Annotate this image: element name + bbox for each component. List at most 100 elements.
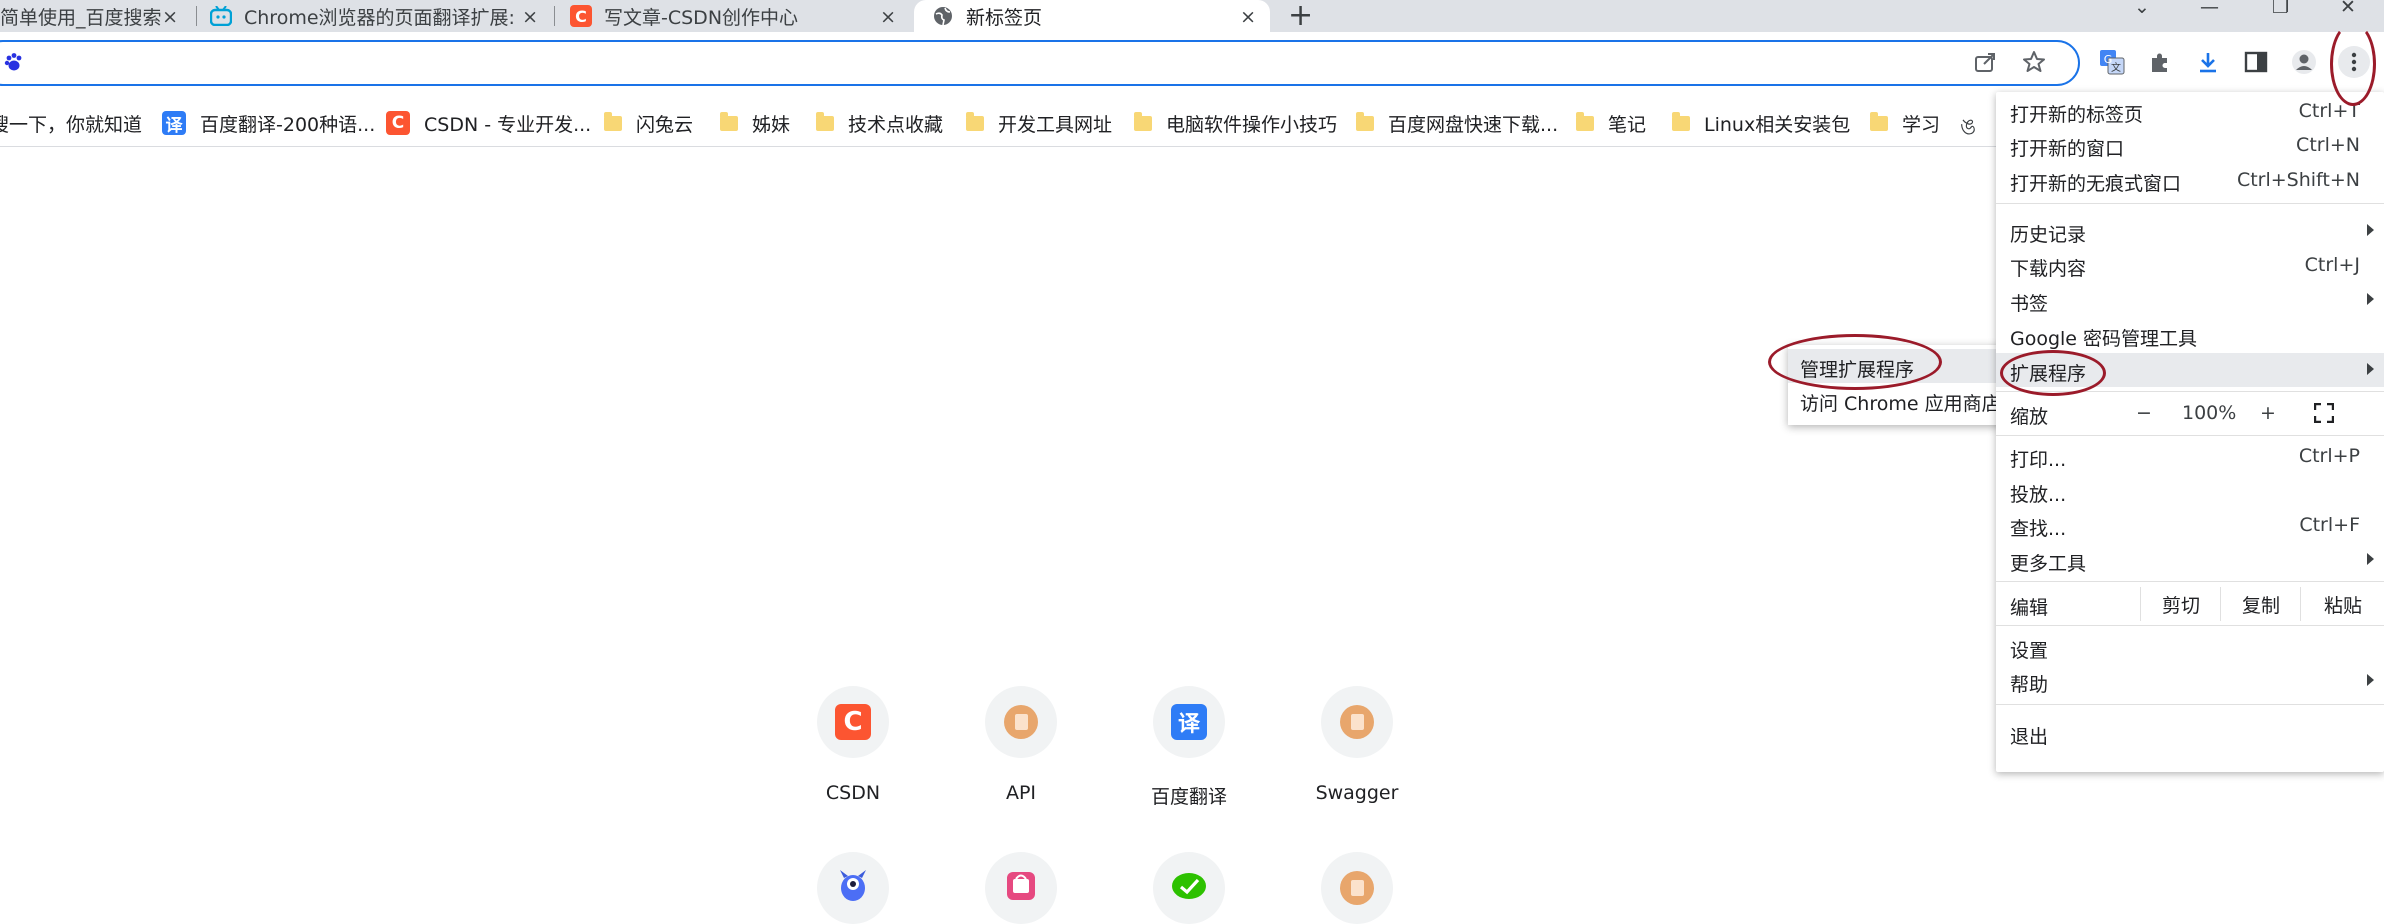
shortcut-tile[interactable]: 译 百度翻译 <box>1104 686 1274 809</box>
menu-item-label: 历史记录 <box>2010 224 2087 246</box>
tab-title: 写文章-CSDN创作中心 <box>604 6 799 29</box>
bookmark-overflow-icon[interactable]: ঙ <box>1960 110 1976 147</box>
menu-item-label: 缩放 <box>2010 406 2049 428</box>
shortcut-tile[interactable]: C CSDN <box>768 686 938 804</box>
tab-strip: 简单使用_百度搜索 × Chrome浏览器的页面翻译扩展: × C 写文章-CS… <box>0 0 2384 33</box>
folder-icon <box>966 111 984 131</box>
bookmark-folder[interactable]: 闪兔云 <box>604 108 693 138</box>
menu-more-tools[interactable]: 更多工具 <box>1996 543 2384 577</box>
menu-item-label: 退出 <box>2010 726 2049 748</box>
tab-search-dropdown-icon[interactable]: ⌄ <box>2134 0 2150 18</box>
bookmark-baidu[interactable]: 搜一下，你就知道 <box>0 108 142 138</box>
menu-bookmarks[interactable]: 书签 <box>1996 283 2384 317</box>
address-bar[interactable] <box>0 40 2080 86</box>
globe-icon <box>932 5 954 27</box>
bookmark-label: 笔记 <box>1608 113 1647 136</box>
page-icon <box>1340 705 1374 739</box>
bookmark-label: 学习 <box>1902 113 1941 136</box>
paste-button[interactable]: 粘贴 <box>2300 587 2384 621</box>
shortcut-tile[interactable] <box>768 852 938 924</box>
shortcut-tile[interactable] <box>1272 852 1442 924</box>
bookmark-folder[interactable]: 姊妹 <box>720 108 790 138</box>
submenu-arrow-icon <box>2367 553 2374 565</box>
csdn-c-icon: C <box>386 111 410 135</box>
folder-icon <box>816 111 834 131</box>
close-window-button[interactable]: ✕ <box>2340 0 2356 18</box>
shortcut-tile[interactable] <box>1104 852 1274 924</box>
menu-cast[interactable]: 投放... <box>1996 474 2384 508</box>
submenu-arrow-icon <box>2367 293 2374 305</box>
zoom-out-button[interactable]: − <box>2136 402 2152 424</box>
menu-divider <box>1996 435 2384 436</box>
shortcut-tile[interactable]: Swagger <box>1272 686 1442 804</box>
menu-new-incognito[interactable]: 打开新的无痕式窗口 Ctrl+Shift+N <box>1996 163 2384 197</box>
menu-item-shortcut: Ctrl+Shift+N <box>2236 169 2360 191</box>
bookmark-folder[interactable]: 学习 <box>1870 108 1940 138</box>
shortcut-tile[interactable]: API <box>936 686 1106 804</box>
bookmark-folder[interactable]: 百度网盘快速下载... <box>1356 108 1558 138</box>
close-icon[interactable]: × <box>162 6 178 28</box>
translate-icon: 译 <box>162 111 186 136</box>
shortcut-tile[interactable] <box>936 852 1106 924</box>
bookmark-folder[interactable]: 电脑软件操作小技巧 <box>1134 108 1337 138</box>
close-icon[interactable]: × <box>516 6 538 28</box>
cut-button[interactable]: 剪切 <box>2140 587 2221 621</box>
bookmark-star-icon[interactable] <box>2020 48 2048 76</box>
menu-print[interactable]: 打印... Ctrl+P <box>1996 439 2384 473</box>
translate-extension-icon[interactable]: G文 <box>2098 48 2126 76</box>
download-icon[interactable] <box>2194 48 2222 76</box>
menu-new-tab[interactable]: 打开新的标签页 Ctrl+T <box>1996 94 2384 128</box>
fullscreen-icon[interactable] <box>2313 402 2335 428</box>
bookmark-label: 电脑软件操作小技巧 <box>1166 113 1338 136</box>
zoom-in-button[interactable]: + <box>2260 402 2276 424</box>
extensions-puzzle-icon[interactable] <box>2146 48 2174 76</box>
folder-icon <box>1576 111 1594 131</box>
tab-divider <box>554 6 555 26</box>
profile-avatar-icon[interactable] <box>2290 48 2318 76</box>
menu-downloads[interactable]: 下载内容 Ctrl+J <box>1996 248 2384 282</box>
menu-history[interactable]: 历史记录 <box>1996 214 2384 248</box>
menu-help[interactable]: 帮助 <box>1996 664 2384 698</box>
close-icon[interactable]: × <box>880 6 896 28</box>
restore-button[interactable]: ❐ <box>2272 0 2289 18</box>
menu-passwords[interactable]: Google 密码管理工具 <box>1996 318 2384 352</box>
menu-zoom-row: 缩放 − 100% + <box>1996 396 2384 430</box>
copy-button[interactable]: 复制 <box>2220 587 2301 621</box>
bookmark-folder[interactable]: 笔记 <box>1576 108 1646 138</box>
tab-chrome-translate[interactable]: Chrome浏览器的页面翻译扩展: × <box>210 0 550 32</box>
minimize-button[interactable]: — <box>2200 0 2219 18</box>
share-icon[interactable] <box>1972 48 2000 76</box>
folder-icon <box>1672 111 1690 131</box>
bookmark-label: 技术点收藏 <box>848 113 944 136</box>
tab-baidu-search[interactable]: 简单使用_百度搜索 × <box>0 0 192 32</box>
side-panel-icon[interactable] <box>2242 48 2270 76</box>
menu-item-label: 编辑 <box>2010 597 2049 619</box>
shortcut-icon-wrap <box>817 852 889 924</box>
bilibili-tv-icon <box>210 5 232 27</box>
menu-item-label: 打印... <box>2010 449 2067 471</box>
menu-divider <box>1996 704 2384 705</box>
bookmark-folder[interactable]: 开发工具网址 <box>966 108 1112 138</box>
menu-item-label: 设置 <box>2010 640 2049 662</box>
menu-find[interactable]: 查找... Ctrl+F <box>1996 508 2384 542</box>
menu-item-shortcut: Ctrl+N <box>2296 134 2360 156</box>
bookmark-label: 百度翻译-200种语... <box>200 113 376 136</box>
new-tab-button[interactable]: + <box>1288 0 1313 33</box>
tab-new-tab[interactable]: 新标签页 × <box>914 0 1270 32</box>
menu-new-window[interactable]: 打开新的窗口 Ctrl+N <box>1996 128 2384 162</box>
close-icon[interactable]: × <box>1240 6 1256 28</box>
shortcut-icon-wrap: 译 <box>1153 686 1225 758</box>
menu-exit[interactable]: 退出 <box>1996 716 2384 750</box>
csdn-c-icon: C <box>570 5 592 27</box>
bookmark-baidu-translate[interactable]: 译 百度翻译-200种语... <box>162 108 375 138</box>
tab-title: 新标签页 <box>966 6 1043 29</box>
tab-csdn-editor[interactable]: C 写文章-CSDN创作中心 × <box>570 0 910 32</box>
bookmark-csdn[interactable]: C CSDN - 专业开发... <box>386 108 591 138</box>
chrome-web-store-item[interactable]: 访问 Chrome 应用商店 <box>1788 383 2004 417</box>
bookmark-label: 百度网盘快速下载... <box>1388 113 1559 136</box>
menu-settings[interactable]: 设置 <box>1996 630 2384 664</box>
bookmark-folder[interactable]: 技术点收藏 <box>816 108 943 138</box>
shortcut-icon-wrap <box>1321 686 1393 758</box>
bookmark-folder[interactable]: Linux相关安装包 <box>1672 108 1850 138</box>
menu-divider <box>1996 203 2384 204</box>
